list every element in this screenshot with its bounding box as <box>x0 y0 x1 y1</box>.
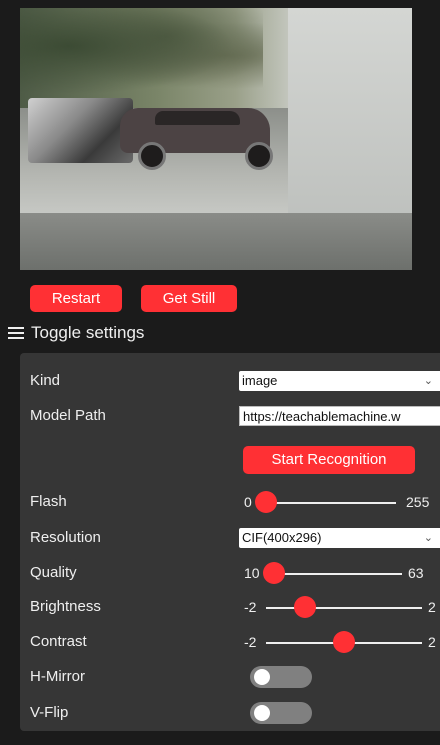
hamburger-menu-icon <box>8 327 24 339</box>
scene-car-window <box>155 111 240 125</box>
chevron-down-icon: ⌄ <box>423 375 433 387</box>
kind-select-value: image <box>242 373 278 388</box>
camera-web-page: Restart Get Still Toggle settings Kind i… <box>0 0 440 745</box>
flash-label: Flash <box>30 493 67 510</box>
quality-min: 10 <box>244 565 260 581</box>
restart-button[interactable]: Restart <box>30 285 122 312</box>
kind-select[interactable]: image ⌄ <box>239 371 440 391</box>
quality-label: Quality <box>30 564 77 581</box>
model-path-input[interactable]: https://teachablemachine.w <box>239 406 440 426</box>
contrast-slider-thumb[interactable] <box>333 631 355 653</box>
quality-max: 63 <box>408 565 424 581</box>
hmirror-toggle[interactable] <box>250 666 312 688</box>
get-still-button[interactable]: Get Still <box>141 285 237 312</box>
start-recognition-button[interactable]: Start Recognition <box>243 446 415 474</box>
vflip-toggle[interactable] <box>250 702 312 724</box>
contrast-min: -2 <box>244 634 257 650</box>
brightness-min: -2 <box>244 599 257 615</box>
flash-min: 0 <box>244 494 252 510</box>
flash-slider-thumb[interactable] <box>255 491 277 513</box>
toggle-settings-label: Toggle settings <box>31 323 145 342</box>
toggle-settings[interactable]: Toggle settings <box>8 320 144 346</box>
quality-slider-track[interactable] <box>274 573 402 575</box>
flash-max: 255 <box>406 494 430 510</box>
scene-trees <box>20 8 264 103</box>
brightness-slider-track[interactable] <box>266 607 422 609</box>
scene-car-wheel <box>138 142 166 170</box>
resolution-select-value: CIF(400x296) <box>242 530 322 545</box>
quality-slider-thumb[interactable] <box>263 562 285 584</box>
scene-wrecked-car <box>28 98 133 163</box>
brightness-max: 2 <box>428 599 436 615</box>
hmirror-label: H-Mirror <box>30 668 85 685</box>
contrast-label: Contrast <box>30 633 87 650</box>
resolution-select[interactable]: CIF(400x296) ⌄ <box>239 528 440 548</box>
chevron-down-icon: ⌄ <box>423 532 433 544</box>
contrast-max: 2 <box>428 634 436 650</box>
toggle-knob <box>254 669 270 685</box>
toggle-knob <box>254 705 270 721</box>
brightness-label: Brightness <box>30 598 101 615</box>
kind-label: Kind <box>30 372 61 389</box>
camera-stream-image <box>20 8 412 270</box>
scene-frame-bottom <box>20 213 412 270</box>
brightness-slider-thumb[interactable] <box>294 596 316 618</box>
scene-car-wheel <box>245 142 273 170</box>
resolution-label: Resolution <box>30 529 101 546</box>
vflip-label: V-Flip <box>30 704 69 721</box>
flash-slider-track[interactable] <box>266 502 396 504</box>
model-path-label: Model Path <box>30 407 106 424</box>
